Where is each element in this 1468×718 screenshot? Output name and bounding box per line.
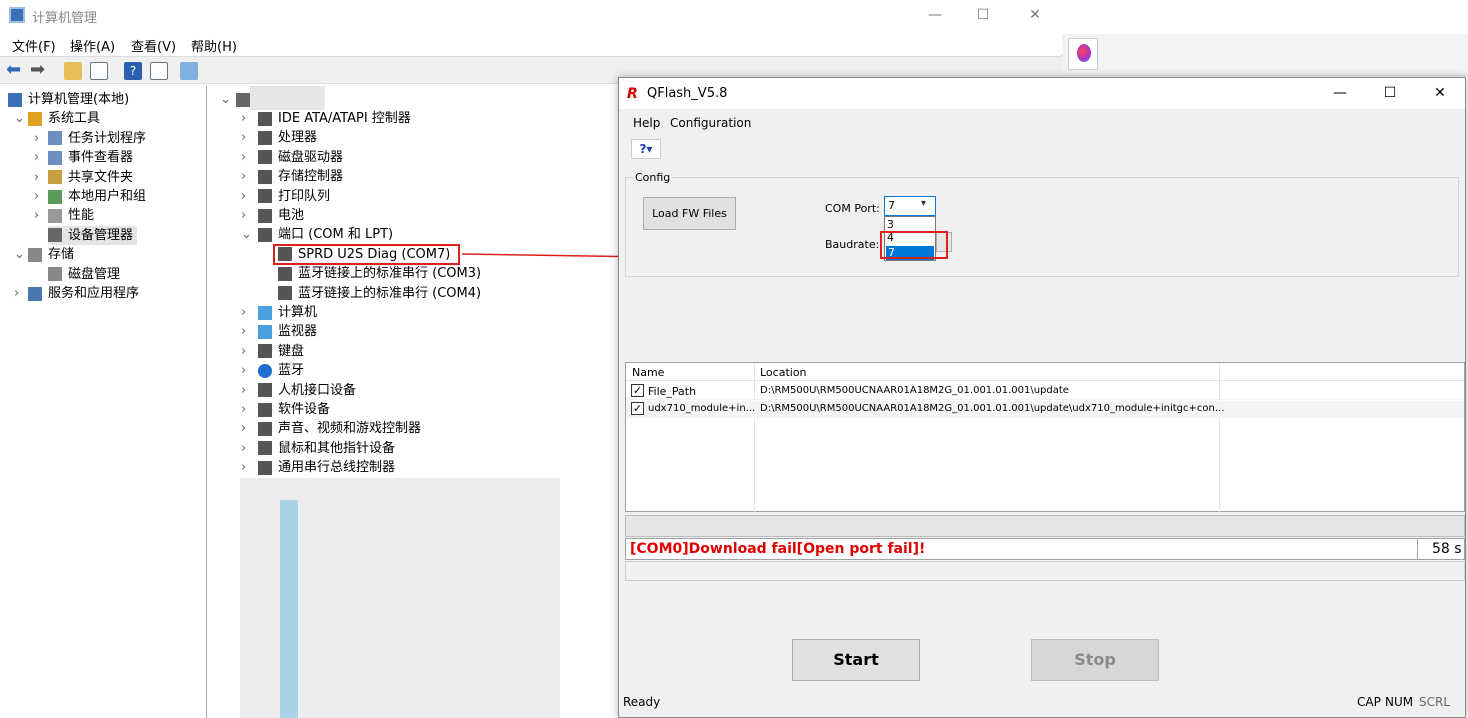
row-name: File_Path	[648, 385, 697, 398]
config-label: Config	[633, 171, 673, 184]
chevron-down-icon: ▾	[921, 198, 927, 209]
qflash-logo-icon: R	[627, 86, 638, 102]
file-list: Name Location ✓ File_Path D:\RM500U\RM50…	[625, 362, 1465, 513]
com-port-label: COM Port:	[825, 202, 880, 215]
config-group	[625, 177, 1459, 277]
caps-indicator: CAP	[1357, 695, 1381, 709]
column-header-name[interactable]: Name	[632, 366, 664, 379]
help-icon[interactable]: ?▾	[631, 139, 661, 159]
table-row[interactable]: ✓ udx710_module+in... D:\RM500U\RM500UCN…	[626, 401, 1464, 418]
row-checkbox[interactable]: ✓	[631, 402, 644, 415]
row-location: D:\RM500U\RM500UCNAAR01A18M2G_01.001.01.…	[760, 385, 1069, 396]
list-header: Name Location	[626, 363, 1464, 513]
status-bar: Ready CAP NUM SCRL	[619, 690, 1465, 717]
qflash-menu-bar: Help Configuration	[619, 111, 1465, 133]
qflash-close-button[interactable]: ✕	[1417, 82, 1463, 104]
column-header-location[interactable]: Location	[760, 366, 807, 379]
qflash-minimize-button[interactable]: —	[1317, 82, 1363, 104]
num-indicator: NUM	[1385, 695, 1414, 709]
baudrate-label: Baudrate:	[825, 238, 880, 251]
paint-app-icon[interactable]	[1068, 38, 1098, 70]
elapsed-time: 58 s	[1432, 541, 1462, 557]
background-window-strip	[1062, 34, 1468, 76]
com7-selection-highlight	[880, 231, 948, 259]
start-button[interactable]: Start	[792, 639, 920, 681]
qflash-title: QFlash_V5.8	[647, 86, 728, 101]
stop-button[interactable]: Stop	[1031, 639, 1159, 681]
com-port-option[interactable]: 3	[887, 218, 894, 231]
progress-bar	[625, 515, 1465, 537]
row-name: udx710_module+in...	[648, 403, 756, 414]
qflash-toolbar: ?▾	[619, 135, 1465, 163]
qflash-title-bar: R QFlash_V5.8 — ☐ ✕	[619, 78, 1465, 109]
com-port-select[interactable]: 7 ▾	[884, 196, 936, 216]
scroll-indicator: SCRL	[1419, 695, 1451, 709]
row-location: D:\RM500U\RM500UCNAAR01A18M2G_01.001.01.…	[760, 403, 1225, 414]
error-message: [COM0]Download fail[Open port fail]!	[630, 541, 926, 557]
row-checkbox[interactable]: ✓	[631, 384, 644, 397]
load-fw-files-button[interactable]: Load FW Files	[643, 197, 736, 230]
status-text: Ready	[623, 695, 661, 709]
menu-help[interactable]: Help	[633, 116, 660, 130]
qflash-maximize-button[interactable]: ☐	[1367, 82, 1413, 104]
divider	[1417, 539, 1418, 559]
table-row[interactable]: ✓ File_Path D:\RM500U\RM500UCNAAR01A18M2…	[626, 383, 1464, 400]
message-bar: [COM0]Download fail[Open port fail]! 58 …	[625, 538, 1465, 560]
qflash-client-area: Config Load FW Files COM Port: 7 ▾ 3 4 7…	[619, 165, 1465, 699]
secondary-bar	[625, 561, 1465, 581]
menu-configuration[interactable]: Configuration	[670, 116, 751, 130]
com-port-value: 7	[888, 199, 895, 212]
background-window-blank	[1062, 0, 1468, 34]
qflash-window: R QFlash_V5.8 — ☐ ✕ Help Configuration ?…	[618, 77, 1466, 718]
